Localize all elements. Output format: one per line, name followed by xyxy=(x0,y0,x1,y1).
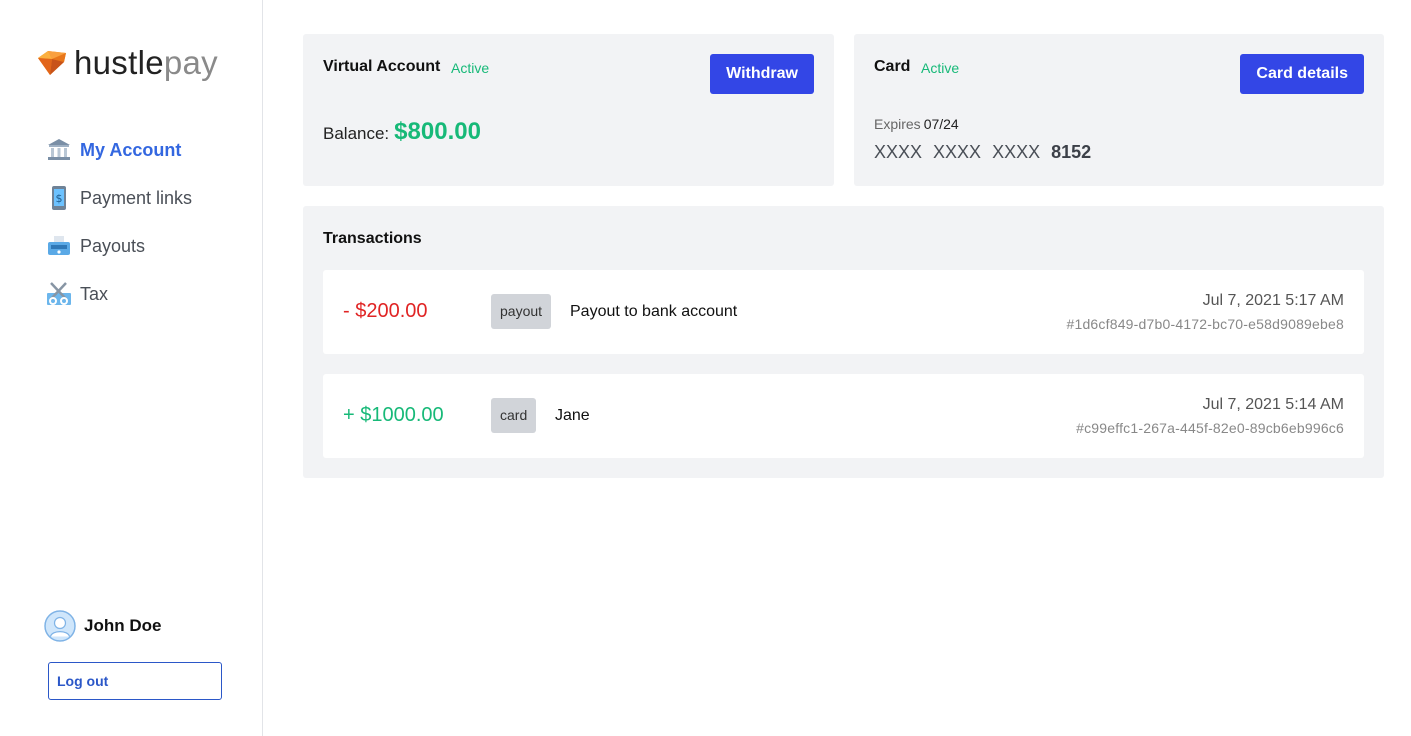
card-expiry: Expires 07/24 xyxy=(874,116,959,132)
transaction-date: Jul 7, 2021 5:14 AM xyxy=(1202,396,1344,413)
balance: Balance: $800.00 xyxy=(323,118,481,146)
card-number-group: XXXX xyxy=(933,142,982,162)
nav-item-payment-links[interactable]: $ Payment links xyxy=(46,174,246,222)
balance-label: Balance: xyxy=(323,124,390,143)
card-number-group: XXXX xyxy=(992,142,1041,162)
card-details-button[interactable]: Card details xyxy=(1240,54,1364,94)
logo-text-hustle: hustle xyxy=(74,44,164,81)
nav-item-payouts[interactable]: Payouts xyxy=(46,222,246,270)
cash-register-icon xyxy=(46,233,72,259)
logout-button[interactable]: Log out xyxy=(48,662,222,700)
balance-value: $800.00 xyxy=(394,118,481,145)
card-last4: 8152 xyxy=(1051,142,1092,162)
transaction-description: Jane xyxy=(555,407,590,424)
transaction-id: #1d6cf849-d7b0-4172-bc70-e58d9089ebe8 xyxy=(1066,316,1344,332)
main-nav: My Account $ Payment links Payouts Tax xyxy=(46,126,246,318)
logo-text-pay: pay xyxy=(163,44,218,81)
avatar-icon xyxy=(44,610,76,642)
card-title: Card xyxy=(874,58,911,75)
transaction-row[interactable]: + $1000.00 card Jane Jul 7, 2021 5:14 AM… xyxy=(323,374,1364,458)
svg-text:$: $ xyxy=(56,192,63,205)
sidebar: hustlepay My Account $ Payment links Pay… xyxy=(0,0,263,736)
transactions-panel: Transactions - $200.00 payout Payout to … xyxy=(303,206,1384,478)
scissors-icon xyxy=(46,281,72,307)
nav-label-payouts: Payouts xyxy=(80,235,146,256)
card-panel: Card Active Card details Expires 07/24 XX… xyxy=(854,34,1384,186)
transaction-amount: + $1000.00 xyxy=(343,404,444,426)
expires-value: 07/24 xyxy=(923,116,959,132)
transaction-date: Jul 7, 2021 5:17 AM xyxy=(1202,292,1344,309)
transaction-type-badge: card xyxy=(491,398,537,433)
transaction-amount: - $200.00 xyxy=(343,300,428,322)
bank-icon xyxy=(46,137,72,163)
nav-label-tax: Tax xyxy=(80,283,109,304)
virtual-account-panel: Virtual Account Active Withdraw Balance:… xyxy=(303,34,834,186)
user-name: John Doe xyxy=(84,616,162,635)
user-profile: John Doe xyxy=(44,610,161,642)
card-number-group: XXXX xyxy=(874,142,923,162)
nav-item-my-account[interactable]: My Account xyxy=(46,126,246,174)
phone-dollar-icon: $ xyxy=(46,185,72,211)
nav-label-payment-links: Payment links xyxy=(80,187,193,208)
transaction-row[interactable]: - $200.00 payout Payout to bank account … xyxy=(323,270,1364,354)
gem-logo-icon xyxy=(38,51,66,75)
logo-wordmark: hustlepay xyxy=(74,44,218,82)
hustlepay-logo[interactable]: hustlepay xyxy=(36,44,218,82)
virtual-account-title: Virtual Account xyxy=(323,58,441,75)
card-status-badge: Active xyxy=(921,60,960,76)
nav-item-tax[interactable]: Tax xyxy=(46,270,246,318)
card-number: XXXX XXXX XXXX 8152 xyxy=(874,142,1102,163)
transaction-id: #c99effc1-267a-445f-82e0-89cb6eb996c6 xyxy=(1076,420,1344,436)
nav-label-my-account: My Account xyxy=(80,139,182,160)
transaction-description: Payout to bank account xyxy=(570,303,738,320)
transactions-title: Transactions xyxy=(323,230,422,247)
transaction-type-badge: payout xyxy=(491,294,552,329)
expires-label: Expires xyxy=(874,116,921,132)
account-status-badge: Active xyxy=(451,60,490,76)
withdraw-button[interactable]: Withdraw xyxy=(710,54,814,94)
